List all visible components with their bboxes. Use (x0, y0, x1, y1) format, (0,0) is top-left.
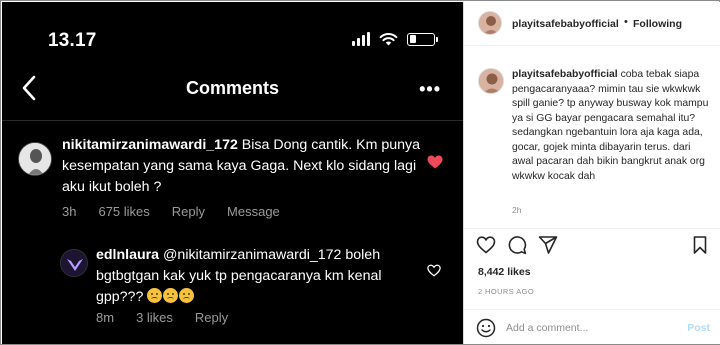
caption-text: coba tebak siapa pengacaranyaaa? mimin t… (512, 69, 709, 182)
post-sidebar: playitsafebabyofficial • Following playi… (463, 2, 720, 344)
caption-age: 2h (512, 205, 522, 215)
following-button[interactable]: Following (633, 18, 682, 30)
wifi-icon (379, 33, 398, 46)
page-title: Comments (185, 78, 279, 98)
comment-text: nikitamirzanimawardi_172 Bisa Dong canti… (62, 135, 422, 198)
reply-link[interactable]: Reply (195, 310, 228, 325)
status-icons (352, 32, 438, 46)
post-username[interactable]: playitsafebabyofficial (512, 18, 619, 30)
reply-username[interactable]: edlnlaura (96, 247, 159, 263)
post-timestamp: 2 HOURS AGO (478, 287, 535, 296)
avatar[interactable] (478, 68, 504, 94)
avatar[interactable] (478, 11, 502, 35)
reply-link[interactable]: Reply (172, 204, 205, 219)
post-button[interactable]: Post (687, 322, 710, 334)
battery-icon (407, 32, 438, 46)
add-comment-input[interactable] (506, 317, 676, 339)
comment-meta: 3h 675 likes Reply Message (62, 204, 280, 219)
comment-age: 3h (62, 204, 77, 219)
comment-likes[interactable]: 675 likes (98, 204, 149, 219)
emoji-smile-icon[interactable] (476, 318, 496, 338)
likes-count[interactable]: 8,442 likes (478, 266, 531, 278)
heart-filled-icon[interactable] (427, 155, 443, 169)
reply-text: edlnlaura @nikitamirzanimawardi_172 bole… (96, 245, 414, 308)
reply-meta: 8m 3 likes Reply (96, 310, 228, 325)
worried-face-emoji (179, 288, 195, 303)
post-caption: playitsafebabyofficial coba tebak siapa … (512, 68, 710, 184)
bookmark-icon[interactable] (690, 235, 710, 255)
avatar[interactable] (18, 142, 52, 176)
header-divider (2, 120, 463, 121)
share-icon[interactable] (538, 235, 558, 255)
actions-divider (464, 228, 720, 229)
signal-icon (352, 32, 370, 46)
comment-username[interactable]: nikitamirzanimawardi_172 (62, 137, 238, 153)
comment-icon[interactable] (507, 235, 527, 255)
phone-comments-screenshot: 13.17 Comments ••• nikitamirzanimawardi_… (2, 2, 463, 344)
separator-dot: • (624, 16, 628, 28)
worried-face-emoji (163, 288, 179, 303)
screenshot-frame: 13.17 Comments ••• nikitamirzanimawardi_… (0, 0, 720, 345)
message-link[interactable]: Message (227, 204, 280, 219)
heart-outline-icon[interactable] (476, 235, 496, 255)
add-comment-divider (464, 309, 720, 310)
heart-outline-icon[interactable] (427, 264, 441, 277)
worried-face-emoji (147, 288, 163, 303)
post-header: playitsafebabyofficial • Following (464, 2, 720, 46)
status-time: 13.17 (48, 30, 97, 51)
caption-username[interactable]: playitsafebabyofficial (512, 69, 618, 80)
avatar[interactable] (60, 249, 88, 277)
reply-likes[interactable]: 3 likes (136, 310, 173, 325)
more-options-icon[interactable]: ••• (419, 80, 441, 98)
reply-age: 8m (96, 310, 115, 325)
